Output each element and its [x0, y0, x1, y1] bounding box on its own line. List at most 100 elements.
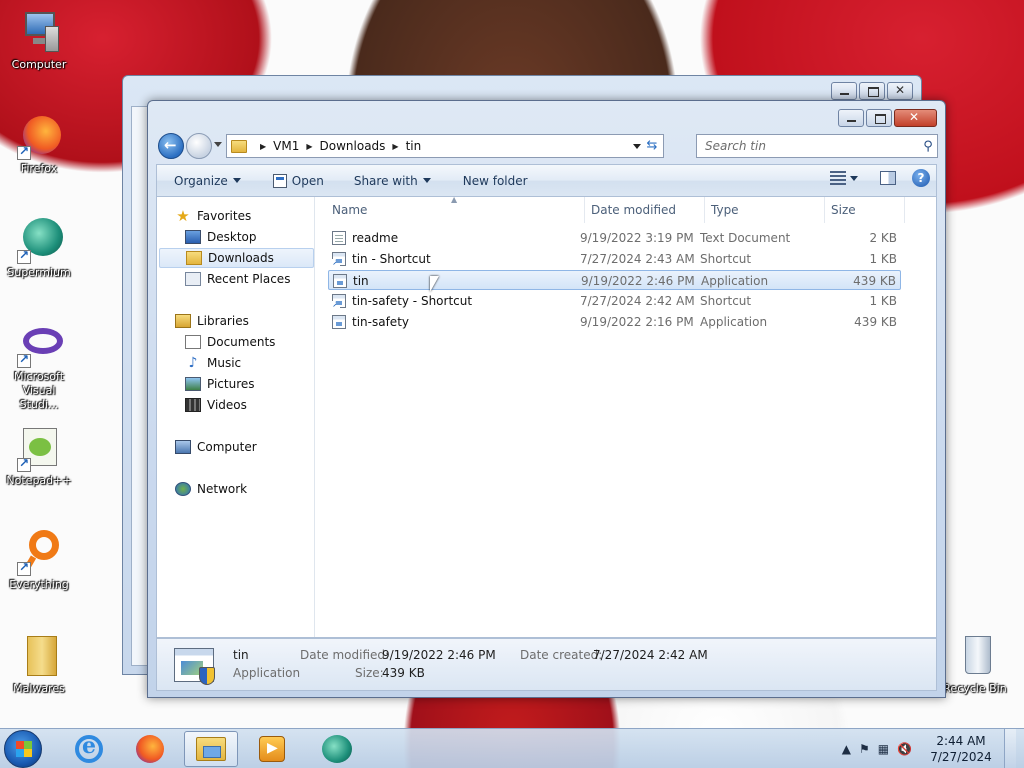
- desktop-icon-firefox[interactable]: Firefox: [6, 112, 72, 176]
- taskbar-firefox[interactable]: [123, 731, 177, 767]
- forward-button[interactable]: [186, 133, 212, 159]
- clock-time: 2:44 AM: [936, 734, 986, 748]
- close-button[interactable]: [894, 109, 937, 127]
- refresh-icon[interactable]: ⇆: [643, 137, 661, 155]
- breadcrumb-tin[interactable]: tin: [406, 139, 422, 153]
- organize-button[interactable]: Organize: [165, 170, 250, 192]
- organize-label: Organize: [174, 173, 228, 188]
- network-status-icon[interactable]: ▦: [878, 742, 889, 756]
- shortcut-icon: [332, 294, 346, 310]
- column-label: Type: [711, 203, 739, 217]
- desktop-icon-recycle-bin[interactable]: Recycle Bin: [942, 632, 1008, 696]
- column-header-date-modified[interactable]: Date modified: [585, 197, 705, 223]
- application-icon: [332, 315, 346, 329]
- desktop-icon-computer[interactable]: Computer: [6, 8, 72, 72]
- new-folder-button[interactable]: New folder: [454, 170, 537, 192]
- taskbar-internet-explorer[interactable]: [62, 731, 116, 767]
- desktop-icon-malwares[interactable]: Malwares: [6, 632, 72, 696]
- chevron-right-icon[interactable]: ▶: [260, 142, 266, 151]
- column-header-type[interactable]: Type: [705, 197, 825, 223]
- chevron-right-icon[interactable]: ▶: [392, 142, 398, 151]
- taskbar-supermium[interactable]: [310, 731, 364, 767]
- chevron-right-icon[interactable]: ▶: [306, 142, 312, 151]
- help-icon[interactable]: ?: [912, 169, 930, 187]
- new-folder-label: New folder: [462, 173, 528, 188]
- address-history-dropdown[interactable]: [633, 144, 641, 149]
- maximize-button[interactable]: [859, 82, 885, 100]
- details-file-name: tin: [233, 648, 249, 662]
- start-button[interactable]: [4, 730, 42, 768]
- breadcrumb-downloads[interactable]: Downloads: [320, 139, 386, 153]
- desktop-icon-supermium[interactable]: Supermium: [6, 216, 72, 280]
- details-date-modified: 9/19/2022 2:46 PM: [382, 648, 496, 662]
- file-row[interactable]: tin-safety - Shortcut 7/27/2024 2:42 AM …: [328, 291, 901, 311]
- change-view-button[interactable]: [830, 171, 858, 185]
- nav-label: Libraries: [197, 314, 249, 328]
- nav-computer[interactable]: Computer: [175, 437, 330, 457]
- shortcut-arrow-icon: [17, 560, 31, 576]
- music-icon: ♪: [188, 355, 198, 371]
- search-input[interactable]: Search tin ⚲: [696, 134, 938, 158]
- file-name: tin: [353, 274, 369, 288]
- desktop-icon-everything[interactable]: Everything: [6, 528, 72, 592]
- action-center-flag-icon[interactable]: ⚑: [859, 742, 870, 756]
- minimize-button[interactable]: [831, 82, 857, 100]
- nav-label: Favorites: [197, 209, 252, 223]
- everything-icon: [15, 528, 63, 576]
- maximize-button[interactable]: [866, 109, 892, 127]
- file-size: 1 KB: [869, 252, 897, 266]
- share-with-button[interactable]: Share with: [345, 170, 440, 192]
- taskbar: ▲ ⚑ ▦ 🔇 2:44 AM 7/27/2024: [0, 728, 1024, 768]
- file-row[interactable]: tin-safety 9/19/2022 2:16 PM Application…: [328, 312, 901, 332]
- document-icon: [332, 231, 346, 245]
- file-date: 9/19/2022 2:46 PM: [581, 274, 695, 288]
- details-date-created: 7/27/2024 2:42 AM: [593, 648, 708, 662]
- mouse-cursor-icon: [430, 276, 439, 292]
- details-size-label: Size:: [355, 666, 384, 680]
- volume-muted-icon[interactable]: 🔇: [897, 742, 912, 756]
- chevron-down-icon: [422, 178, 431, 183]
- minimize-button[interactable]: [838, 109, 864, 127]
- application-icon: [333, 274, 347, 288]
- open-button[interactable]: Open: [264, 170, 333, 192]
- notepad-plus-plus-icon: [15, 424, 63, 472]
- nav-downloads[interactable]: Downloads: [159, 248, 314, 268]
- close-button[interactable]: [887, 82, 913, 100]
- file-date: 7/27/2024 2:43 AM: [580, 252, 695, 266]
- command-bar: Organize Open Share with New folder ?: [156, 164, 937, 196]
- open-label: Open: [291, 173, 324, 188]
- nav-label: Pictures: [207, 377, 255, 391]
- desktop-icon-visual-studio[interactable]: Microsoft Visual Studi...: [6, 320, 72, 412]
- taskbar-windows-explorer[interactable]: [184, 731, 238, 767]
- nav-label: Downloads: [208, 251, 274, 265]
- chevron-down-icon: [850, 175, 858, 181]
- file-type: Shortcut: [700, 252, 752, 266]
- column-header-size[interactable]: Size: [825, 197, 905, 223]
- open-icon: [272, 173, 287, 188]
- show-desktop-button[interactable]: [1004, 729, 1016, 768]
- nav-libraries[interactable]: Libraries: [175, 311, 330, 331]
- show-hidden-icons-icon[interactable]: ▲: [842, 742, 851, 756]
- breadcrumb-vm1[interactable]: VM1: [273, 139, 299, 153]
- column-header-name[interactable]: ▲ Name: [326, 195, 585, 223]
- file-row[interactable]: readme 9/19/2022 3:19 PM Text Document 2…: [328, 228, 901, 248]
- nav-favorites[interactable]: ★ Favorites: [175, 206, 330, 226]
- nav-network[interactable]: Network: [175, 479, 330, 499]
- file-row[interactable]: tin - Shortcut 7/27/2024 2:43 AM Shortcu…: [328, 249, 901, 269]
- documents-icon: [185, 335, 201, 349]
- desktop-icon-label: Notepad++: [6, 474, 72, 487]
- back-button[interactable]: [158, 133, 184, 159]
- file-date: 9/19/2022 3:19 PM: [580, 231, 694, 245]
- recent-pages-dropdown[interactable]: [214, 142, 222, 147]
- taskbar-media-player[interactable]: [245, 731, 299, 767]
- file-row-selected[interactable]: tin 9/19/2022 2:46 PM Application 439 KB: [328, 270, 901, 290]
- system-tray: ▲ ⚑ ▦ 🔇 2:44 AM 7/27/2024: [842, 729, 1016, 768]
- explorer-window[interactable]: ▶ VM1 ▶ Downloads ▶ tin ⇆ Search tin ⚲ O…: [147, 100, 946, 698]
- desktop-icon-label: Everything: [9, 578, 69, 591]
- shortcut-icon: [332, 252, 346, 268]
- clock[interactable]: 2:44 AM 7/27/2024: [926, 733, 996, 765]
- preview-pane-icon[interactable]: [880, 171, 896, 185]
- address-bar[interactable]: ▶ VM1 ▶ Downloads ▶ tin ⇆: [226, 134, 664, 158]
- search-icon[interactable]: ⚲: [919, 139, 937, 154]
- desktop-icon-notepad-plus-plus[interactable]: Notepad++: [6, 424, 72, 488]
